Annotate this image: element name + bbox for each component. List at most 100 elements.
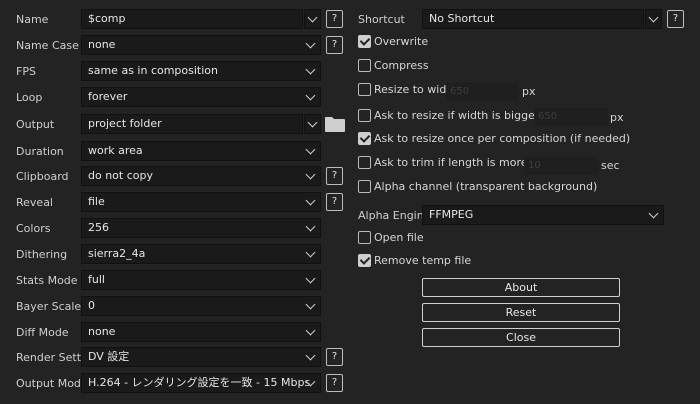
name-case-select[interactable]: none [81, 35, 321, 55]
name-input[interactable]: $comp [81, 9, 303, 29]
fps-select[interactable]: same as in composition [81, 61, 321, 81]
loop-select[interactable]: forever [81, 87, 321, 107]
resize-width-checkbox[interactable] [358, 83, 371, 96]
remove-temp-checkbox-row[interactable]: Remove temp file [358, 253, 478, 269]
chevron-down-icon [648, 208, 659, 219]
fps-label: FPS [16, 65, 36, 78]
stats-mode-select[interactable]: full [81, 270, 321, 290]
reset-button[interactable]: Reset [422, 303, 620, 322]
diff-mode-select[interactable]: none [81, 322, 321, 342]
open-file-checkbox[interactable] [358, 231, 371, 244]
alpha-channel-checkbox[interactable] [358, 180, 371, 193]
colors-select[interactable]: 256 [81, 218, 321, 238]
ask-trim-unit: sec [601, 159, 620, 172]
render-settings-help-button[interactable]: ? [326, 348, 343, 366]
ask-trim-checkbox-row[interactable]: Ask to trim if length is more than [358, 155, 556, 171]
chevron-down-icon [305, 299, 316, 310]
output-module-value: H.264 - レンダリング設定を一致 - 15 Mbps [88, 376, 311, 389]
remove-temp-label: Remove temp file [374, 254, 472, 267]
ask-resize-bigger-checkbox-row[interactable]: Ask to resize if width is bigger than [358, 108, 568, 124]
name-case-value: none [88, 38, 116, 51]
ask-resize-bigger-unit: px [610, 111, 624, 124]
output-dropdown-button[interactable] [304, 114, 321, 134]
ask-resize-bigger-input[interactable]: 650 [534, 108, 608, 126]
compress-checkbox[interactable] [358, 59, 371, 72]
colors-label: Colors [16, 222, 51, 235]
about-button[interactable]: About [422, 278, 620, 297]
open-file-checkbox-row[interactable]: Open file [358, 230, 458, 246]
bayer-scale-select[interactable]: 0 [81, 296, 321, 316]
diff-mode-value: none [88, 325, 116, 338]
alpha-engine-value: FFMPEG [429, 208, 474, 221]
ask-resize-once-checkbox[interactable] [358, 132, 371, 145]
alpha-channel-checkbox-row[interactable]: Alpha channel (transparent background) [358, 179, 597, 195]
compress-label: Compress [374, 59, 429, 72]
name-help-button[interactable]: ? [326, 10, 343, 28]
ask-resize-once-label: Ask to resize once per composition (if n… [374, 132, 631, 145]
ask-resize-once-checkbox-row[interactable]: Ask to resize once per composition (if n… [358, 131, 630, 147]
remove-temp-checkbox[interactable] [358, 254, 371, 267]
loop-value: forever [88, 90, 128, 103]
bayer-scale-label: Bayer Scale [16, 300, 82, 313]
ask-trim-checkbox[interactable] [358, 156, 371, 169]
shortcut-help-button[interactable]: ? [667, 10, 684, 28]
stats-mode-label: Stats Mode [16, 274, 78, 287]
resize-width-unit: px [522, 85, 536, 98]
overwrite-checkbox[interactable] [358, 35, 371, 48]
chevron-down-icon [305, 90, 316, 101]
chevron-down-icon [648, 12, 659, 23]
chevron-down-icon [305, 221, 316, 232]
chevron-down-icon [305, 38, 316, 49]
render-settings-select[interactable]: DV 設定 [81, 347, 321, 367]
duration-select[interactable]: work area [81, 141, 321, 161]
name-dropdown-button[interactable] [304, 9, 321, 29]
alpha-engine-select[interactable]: FFMPEG [422, 205, 664, 225]
name-case-help-button[interactable]: ? [326, 36, 343, 54]
compress-checkbox-row[interactable]: Compress [358, 58, 478, 74]
dithering-value: sierra2_4a [88, 247, 146, 260]
output-module-select[interactable]: H.264 - レンダリング設定を一致 - 15 Mbps [81, 373, 321, 393]
alpha-channel-label: Alpha channel (transparent background) [374, 180, 598, 193]
chevron-down-icon [305, 273, 316, 284]
shortcut-dropdown-button[interactable] [645, 9, 662, 29]
name-case-label: Name Case [16, 39, 79, 52]
clipboard-label: Clipboard [16, 170, 69, 183]
clipboard-select[interactable]: do not copy [81, 166, 321, 186]
output-module-help-button[interactable]: ? [326, 374, 343, 392]
open-file-label: Open file [374, 231, 424, 244]
reveal-value: file [88, 195, 105, 208]
chevron-down-icon [305, 64, 316, 75]
close-button[interactable]: Close [422, 328, 620, 347]
bayer-scale-value: 0 [88, 299, 95, 312]
reveal-help-button[interactable]: ? [326, 193, 343, 211]
stats-mode-value: full [88, 273, 105, 286]
dithering-label: Dithering [16, 248, 68, 261]
clipboard-value: do not copy [88, 169, 153, 182]
output-label: Output [16, 118, 55, 131]
shortcut-label: Shortcut [358, 13, 405, 26]
colors-value: 256 [88, 221, 109, 234]
chevron-down-icon [305, 195, 316, 206]
folder-icon[interactable] [325, 116, 345, 132]
chevron-down-icon [307, 117, 318, 128]
chevron-down-icon [305, 169, 316, 180]
chevron-down-icon [305, 350, 316, 361]
render-settings-label: Render Settin [16, 351, 92, 364]
chevron-down-icon [307, 12, 318, 23]
chevron-down-icon [305, 325, 316, 336]
clipboard-help-button[interactable]: ? [326, 167, 343, 185]
resize-width-input[interactable]: 650 [446, 83, 518, 101]
output-input[interactable]: project folder [81, 114, 303, 134]
reveal-select[interactable]: file [81, 192, 321, 212]
ask-resize-bigger-checkbox[interactable] [358, 109, 371, 122]
ask-trim-input[interactable]: 10 [524, 157, 598, 175]
diff-mode-label: Diff Mode [16, 326, 69, 339]
chevron-down-icon [305, 247, 316, 258]
dithering-select[interactable]: sierra2_4a [81, 244, 321, 264]
duration-label: Duration [16, 145, 64, 158]
shortcut-input[interactable]: No Shortcut [422, 9, 644, 29]
duration-value: work area [88, 144, 143, 157]
overwrite-checkbox-row[interactable]: Overwrite [358, 34, 478, 50]
chevron-down-icon [305, 144, 316, 155]
loop-label: Loop [16, 91, 43, 104]
